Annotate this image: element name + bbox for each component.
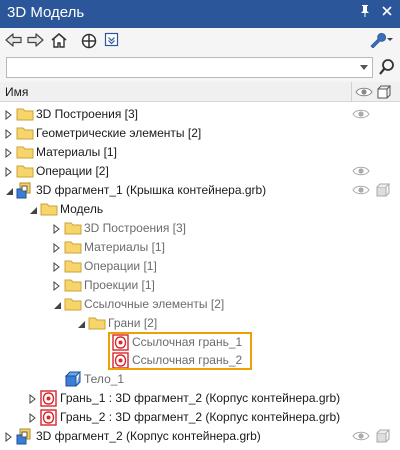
reference-face-icon [40, 390, 58, 407]
pin-icon[interactable] [356, 4, 374, 22]
expand-arrow-icon[interactable] [4, 128, 14, 140]
settings-wrench-icon[interactable] [368, 32, 396, 50]
tree-item-face-1-link[interactable]: Грань_1 : 3D фрагмент_2 (Корпус контейне… [0, 389, 400, 408]
folder-icon [16, 163, 34, 180]
collapse-arrow-icon[interactable] [52, 299, 62, 309]
search-icon[interactable] [378, 58, 396, 78]
expand-arrow-icon[interactable] [4, 431, 14, 443]
tree-item-reference-elements[interactable]: Ссылочные элементы [2] [0, 295, 400, 314]
folder-icon [64, 239, 82, 256]
eye-icon[interactable] [352, 108, 370, 120]
tree-item-label: Модель [60, 202, 104, 216]
body-header-cube-icon[interactable] [377, 85, 392, 99]
back-arrow-icon[interactable] [5, 32, 25, 50]
eye-icon[interactable] [352, 165, 370, 177]
tree-item-model-projections[interactable]: Проекции [1] [0, 276, 400, 295]
expand-arrow-icon[interactable] [52, 261, 62, 273]
tree-item-label: Грани [2] [108, 316, 158, 330]
name-column-header[interactable]: Имя [5, 85, 28, 99]
collapse-arrow-icon[interactable] [4, 185, 14, 195]
tree-item-geometric-elements[interactable]: Геометрические элементы [2] [0, 124, 400, 143]
search-combobox[interactable] [6, 57, 373, 78]
folder-icon [64, 258, 82, 275]
folder-icon [16, 125, 34, 142]
chevron-down-icon[interactable] [360, 65, 368, 70]
collapse-arrow-icon[interactable] [76, 318, 86, 328]
folder-icon [88, 315, 106, 332]
eye-icon[interactable] [352, 430, 370, 442]
selection-highlight-frame [108, 332, 252, 370]
tree-item-label: Материалы [1] [36, 145, 117, 159]
folder-icon [40, 201, 58, 218]
tree-item-label: Операции [2] [36, 164, 109, 178]
tree-item-3d-constructions[interactable]: 3D Построения [3] [0, 105, 400, 124]
search-row [0, 54, 400, 82]
cube-icon[interactable] [376, 183, 391, 197]
tree-item-label: 3D Построения [3] [84, 221, 186, 235]
panel-titlebar: 3D Модель [0, 0, 400, 28]
eye-icon[interactable] [352, 184, 370, 196]
tree-item-label: 3D Построения [3] [36, 107, 138, 121]
tree-item-label: Грань_2 : 3D фрагмент_2 (Корпус контейне… [60, 410, 341, 424]
folder-icon [16, 144, 34, 161]
close-icon[interactable] [378, 4, 396, 22]
search-input[interactable] [9, 59, 354, 76]
home-icon[interactable] [50, 32, 70, 50]
folder-icon [64, 296, 82, 313]
panel-title: 3D Модель [7, 4, 85, 21]
crosshair-target-icon[interactable] [80, 32, 100, 50]
tree-item-model-3d-constructions[interactable]: 3D Построения [3] [0, 219, 400, 238]
expand-arrow-icon[interactable] [52, 223, 62, 235]
tree-item-face-2-link[interactable]: Грань_2 : 3D фрагмент_2 (Корпус контейне… [0, 408, 400, 427]
fragment-assembly-icon [16, 182, 34, 199]
tree-item-label: 3D фрагмент_1 (Крышка контейнера.grb) [36, 183, 267, 197]
tree-item-3d-fragment-1[interactable]: 3D фрагмент_1 (Крышка контейнера.grb) [0, 181, 400, 200]
tree-item-model[interactable]: Модель [0, 200, 400, 219]
folder-icon [64, 220, 82, 237]
expand-arrow-icon[interactable] [52, 280, 62, 292]
tree-item-model-materials[interactable]: Материалы [1] [0, 238, 400, 257]
folder-icon [64, 277, 82, 294]
expand-arrow-icon[interactable] [52, 242, 62, 254]
tree-item-faces-folder[interactable]: Грани [2] [0, 314, 400, 333]
tree-item-label: Материалы [1] [84, 240, 165, 254]
tree-item-label: Грань_1 : 3D фрагмент_2 (Корпус контейне… [60, 391, 341, 405]
column-separator[interactable] [351, 82, 352, 102]
tree-item-label: Тело_1 [84, 372, 125, 386]
expand-arrow-icon[interactable] [28, 393, 38, 405]
tree-item-3d-fragment-2[interactable]: 3D фрагмент_2 (Корпус контейнера.grb) [0, 427, 400, 446]
cube-icon[interactable] [376, 429, 391, 443]
folder-icon [16, 106, 34, 123]
expand-arrow-icon[interactable] [28, 412, 38, 424]
tree-item-label: Операции [1] [84, 259, 157, 273]
collapse-arrow-icon[interactable] [28, 204, 38, 214]
tree-item-label: 3D фрагмент_2 (Корпус контейнера.grb) [36, 429, 261, 443]
filter-dropdown-icon[interactable] [104, 32, 124, 50]
toolbar [0, 28, 400, 54]
tree-item-label: Ссылочные элементы [2] [84, 297, 225, 311]
visibility-header-eye-icon[interactable] [355, 86, 373, 98]
expand-arrow-icon[interactable] [4, 147, 14, 159]
fragment-assembly-icon [16, 428, 34, 445]
tree-item-materials[interactable]: Материалы [1] [0, 143, 400, 162]
tree-item-body-1[interactable]: Тело_1 [0, 370, 400, 389]
forward-arrow-icon[interactable] [26, 32, 46, 50]
tree-item-model-operations[interactable]: Операции [1] [0, 257, 400, 276]
tree-column-header: Имя [0, 82, 400, 102]
tree-item-operations[interactable]: Операции [2] [0, 162, 400, 181]
expand-arrow-icon[interactable] [4, 109, 14, 121]
tree-item-label: Проекции [1] [84, 278, 155, 292]
tree-item-label: Геометрические элементы [2] [36, 126, 202, 140]
reference-face-icon [40, 409, 58, 426]
body-cube-icon [64, 371, 82, 388]
expand-arrow-icon[interactable] [4, 166, 14, 178]
